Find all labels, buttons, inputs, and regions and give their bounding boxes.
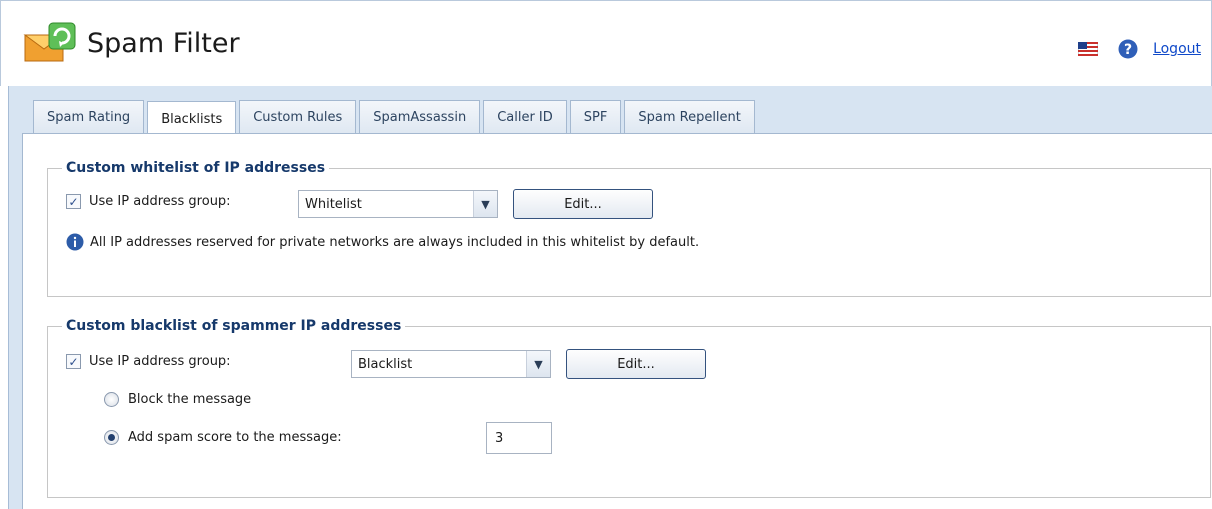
spam-score-input[interactable]: 3 — [486, 422, 552, 454]
whitelist-use-group-checkbox[interactable]: ✓ — [66, 194, 81, 209]
app-header: Spam Filter ? Logout — [0, 0, 1212, 86]
block-message-radio[interactable] — [104, 392, 119, 407]
add-spam-score-label: Add spam score to the message: — [128, 430, 342, 445]
envelope-refresh-icon — [23, 22, 76, 62]
blacklist-group-value: Blacklist — [358, 356, 413, 372]
blacklist-fieldset: Custom blacklist of spammer IP addresses… — [47, 318, 1211, 498]
blacklist-legend: Custom blacklist of spammer IP addresses — [66, 318, 402, 334]
tab-bar: Spam Rating Blacklists Custom Rules Spam… — [33, 100, 758, 136]
us-flag-icon[interactable] — [1078, 42, 1099, 56]
info-icon — [66, 233, 84, 251]
tab-spam-repellent[interactable]: Spam Repellent — [624, 100, 755, 133]
logout-link[interactable]: Logout — [1153, 41, 1201, 57]
main-area: Spam Rating Blacklists Custom Rules Spam… — [8, 86, 1212, 509]
tab-caller-id[interactable]: Caller ID — [483, 100, 567, 133]
blacklist-edit-button[interactable]: Edit... — [566, 349, 706, 379]
add-spam-score-radio[interactable] — [104, 430, 119, 445]
tab-blacklists[interactable]: Blacklists — [147, 101, 237, 136]
chevron-down-icon: ▼ — [473, 191, 497, 217]
whitelist-group-select[interactable]: Whitelist ▼ — [298, 190, 498, 218]
tab-spf[interactable]: SPF — [569, 100, 622, 133]
chevron-down-icon: ▼ — [526, 351, 550, 377]
blacklist-use-group-label: Use IP address group: — [89, 354, 231, 369]
help-icon[interactable]: ? — [1118, 39, 1138, 59]
page-title: Spam Filter — [87, 28, 240, 59]
whitelist-group-value: Whitelist — [305, 196, 362, 212]
svg-text:?: ? — [1124, 42, 1132, 58]
blacklist-group-select[interactable]: Blacklist ▼ — [351, 350, 551, 378]
tab-custom-rules[interactable]: Custom Rules — [239, 100, 357, 133]
tab-spam-rating[interactable]: Spam Rating — [33, 100, 145, 133]
tab-spamassassin[interactable]: SpamAssassin — [359, 100, 481, 133]
whitelist-legend: Custom whitelist of IP addresses — [66, 160, 326, 176]
blacklist-use-group-checkbox[interactable]: ✓ — [66, 354, 81, 369]
whitelist-info-text: All IP addresses reserved for private ne… — [90, 234, 700, 250]
whitelist-edit-button[interactable]: Edit... — [513, 189, 653, 219]
whitelist-use-group-label: Use IP address group: — [89, 194, 231, 209]
tab-panel: Custom whitelist of IP addresses ✓ Use I… — [22, 133, 1212, 509]
block-message-label: Block the message — [128, 392, 252, 407]
whitelist-fieldset: Custom whitelist of IP addresses ✓ Use I… — [47, 160, 1211, 297]
